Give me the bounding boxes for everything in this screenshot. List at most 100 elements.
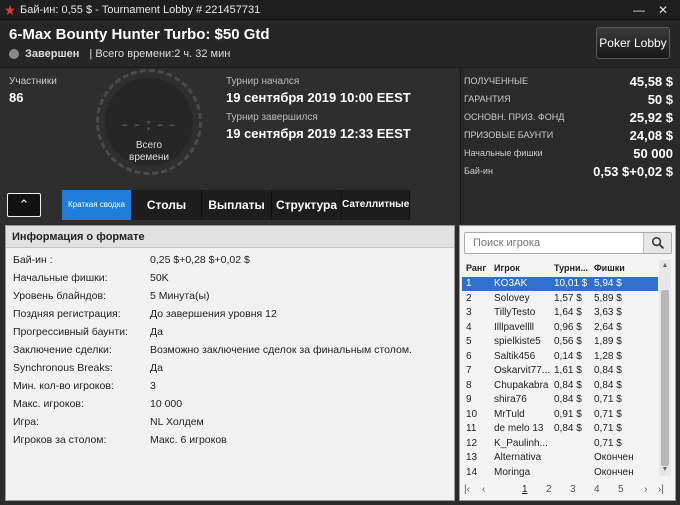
table-row[interactable]: 7 Oskarvit77... 1,61 $ 0,84 $ [462, 364, 658, 378]
player-search-input[interactable] [465, 233, 641, 253]
format-key: Мин. кол-во игроков: [13, 380, 114, 392]
format-value: NL Холдем [150, 416, 204, 428]
table-row[interactable]: 10 MrTuld 0,91 $ 0,71 $ [462, 408, 658, 422]
cell-tour: 0,14 $ [554, 350, 582, 362]
last-page-icon[interactable]: ›| [658, 484, 664, 495]
cell-chips: 3,63 $ [594, 307, 622, 318]
tab-satellites[interactable]: Сателлитные [342, 190, 410, 220]
table-row[interactable]: 5 spielkiste5 0,56 $ 1,89 $ [462, 335, 658, 349]
search-icon [651, 236, 664, 249]
format-value: 3 [150, 380, 156, 392]
table-row[interactable]: 1 KO3AK 10,01 $ 5,94 $ [462, 277, 658, 291]
cell-chips: 0,84 $ [594, 379, 622, 391]
next-page-icon[interactable]: › [644, 484, 647, 495]
format-row: Бай-ин : 0,25 $+0,28 $+0,02 $ [6, 251, 454, 269]
cell-tour: 0,84 $ [554, 423, 582, 434]
tournament-name: 6-Max Bounty Hunter Turbo: $50 Gtd [9, 26, 270, 43]
format-value: 10 000 [150, 398, 183, 410]
table-row[interactable]: 9 shira76 0,84 $ 0,71 $ [462, 393, 658, 407]
table-row[interactable]: 4 Illlpavellll 0,96 $ 2,64 $ [462, 321, 658, 335]
tab-summary[interactable]: Краткая сводка [62, 190, 132, 220]
cell-chips: 0,71 $ [594, 437, 622, 449]
format-key: Игра: [13, 416, 39, 428]
cell-tour: 1,61 $ [554, 365, 582, 376]
page-link[interactable]: 5 [618, 484, 624, 495]
table-row[interactable]: 12 K_Paulinh... 0,71 $ [462, 437, 658, 451]
cell-rank: 7 [466, 365, 472, 376]
stat-value: 24,08 $ [629, 128, 673, 143]
table-row[interactable]: 3 TillyTesto 1,64 $ 3,63 $ [462, 306, 658, 320]
scroll-up-icon[interactable]: ▲ [659, 260, 671, 272]
format-row: Synchronous Breaks: Да [6, 359, 454, 377]
format-value: Возможно заключение сделок за финальным … [150, 344, 412, 356]
tab-structure[interactable]: Структура [272, 190, 342, 220]
pokerstars-logo-icon [5, 4, 15, 15]
pagination: |‹ ‹ 1 2 3 4 5 › ›| [460, 480, 675, 500]
close-icon[interactable]: ✕ [652, 2, 674, 18]
tab-tables[interactable]: Столы [132, 190, 202, 220]
prev-page-icon[interactable]: ‹ [482, 484, 485, 495]
scroll-thumb[interactable] [661, 290, 669, 466]
lobby-tabs: ⌃ Краткая сводка Столы Выплаты Структура… [0, 190, 458, 222]
ended-label: Турнир завершился [226, 112, 318, 123]
status-dot-icon [9, 49, 19, 59]
cell-rank: 11 [466, 423, 477, 434]
cell-chips: 5,94 $ [594, 278, 622, 289]
format-row: Уровень блайндов: 5 Минута(ы) [6, 287, 454, 305]
page-link[interactable]: 3 [570, 484, 576, 495]
cell-tour: 0,84 $ [554, 379, 582, 391]
cell-player: Alternativa [494, 452, 542, 463]
cell-tour: 1,64 $ [554, 307, 582, 318]
col-rank[interactable]: Ранг [466, 263, 492, 273]
search-button[interactable] [643, 233, 671, 253]
cell-chips: 0,71 $ [594, 423, 622, 434]
format-key: Игроков за столом: [13, 434, 107, 446]
page-link[interactable]: 2 [546, 484, 552, 495]
collapse-chevron-icon[interactable]: ⌃ [7, 193, 41, 217]
stat-label: Бай-ин [464, 166, 493, 176]
page-link[interactable]: 1 [522, 484, 528, 495]
col-chips[interactable]: Фишки [594, 263, 650, 273]
participants-count: 86 [9, 90, 24, 105]
format-row: Прогрессивный баунти: Да [6, 323, 454, 341]
table-row[interactable]: 13 Alternativa Окончен [462, 451, 658, 465]
clock-label: Всего времени [99, 140, 199, 164]
stat-label: ПРИЗОВЫЕ БАУНТИ [464, 130, 554, 140]
cell-rank: 5 [466, 336, 472, 347]
cell-player: KO3AK [494, 278, 528, 289]
cell-chips: 0,71 $ [594, 408, 622, 420]
scroll-down-icon[interactable]: ▼ [659, 464, 671, 476]
table-row[interactable]: 11 de melo 13 0,84 $ 0,71 $ [462, 422, 658, 436]
status-badge: Завершен [25, 48, 80, 60]
col-tour[interactable]: Турни... [554, 263, 590, 273]
cell-tour: 0,96 $ [554, 321, 582, 333]
cell-player: Saltik456 [494, 350, 536, 362]
clock-label-line1: Всего [135, 140, 163, 151]
cell-chips: 0,84 $ [594, 365, 622, 376]
format-key: Поздняя регистрация: [13, 308, 121, 320]
first-page-icon[interactable]: |‹ [464, 484, 470, 495]
format-key: Бай-ин : [13, 254, 53, 266]
format-key: Прогрессивный баунти: [13, 326, 128, 338]
table-row[interactable]: 8 Chupakabra 0,84 $ 0,84 $ [462, 379, 658, 393]
format-info-panel: Информация о формате Бай-ин : 0,25 $+0,28… [5, 225, 455, 501]
cell-player: Moringa [494, 466, 531, 478]
table-row[interactable]: 6 Saltik456 0,14 $ 1,28 $ [462, 350, 658, 364]
cell-rank: 3 [466, 307, 472, 318]
table-row[interactable]: 2 Solovey 1,57 $ 5,89 $ [462, 292, 658, 306]
format-key: Заключение сделки: [13, 344, 112, 356]
tab-payouts[interactable]: Выплаты [202, 190, 272, 220]
window-title: Бай-ин: 0,55 $ - Tournament Lobby # 2214… [20, 3, 261, 16]
cell-player: Oskarvit77... [494, 365, 550, 376]
minimize-icon[interactable]: — [628, 2, 650, 18]
cell-rank: 1 [466, 278, 472, 289]
col-player[interactable]: Игрок [494, 263, 550, 273]
total-time-clock: --:-- Всего времени [96, 69, 202, 175]
players-scrollbar[interactable]: ▲ ▼ [659, 260, 671, 476]
page-link[interactable]: 4 [594, 484, 600, 495]
cell-tour: 0,84 $ [554, 394, 582, 405]
cell-player: TillyTesto [494, 307, 536, 318]
poker-lobby-button[interactable]: Poker Lobby [596, 27, 670, 59]
stat-row: ПРИЗОВЫЕ БАУНТИ 24,08 $ [461, 126, 679, 144]
table-row[interactable]: 14 Moringa Окончен [462, 466, 658, 480]
